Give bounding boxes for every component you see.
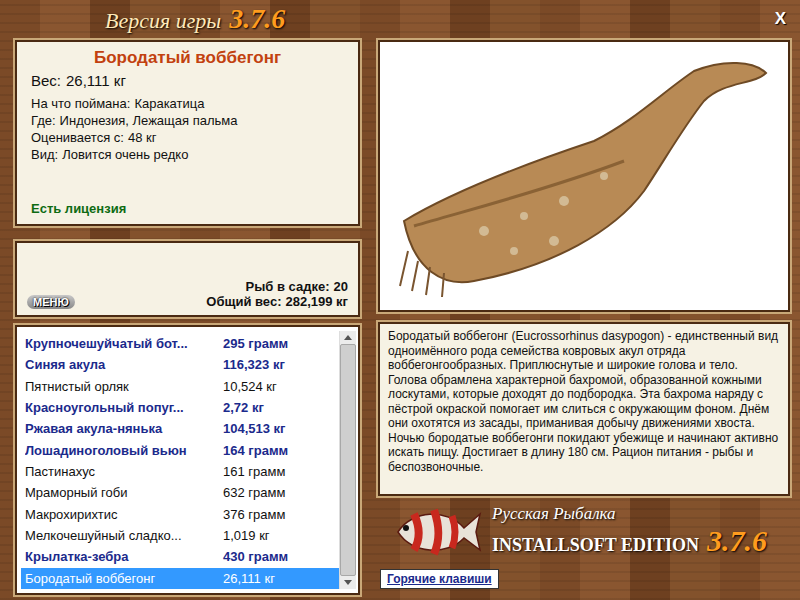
catch-row[interactable]: Крылатка-зебра430 грамм bbox=[21, 546, 339, 567]
fish-picture-icon bbox=[394, 51, 774, 301]
scrollbar[interactable] bbox=[339, 331, 356, 589]
total-weight: Общий вес:282,199 кг bbox=[206, 294, 348, 309]
scroll-thumb[interactable] bbox=[340, 344, 356, 576]
catch-row[interactable]: Бородатый воббегонг26,111 кг bbox=[21, 568, 339, 589]
logo-fish-icon bbox=[392, 502, 482, 560]
catch-row[interactable]: Ржавая акула-нянька104,513 кг bbox=[21, 418, 339, 439]
fish-weight: Вес:26,111 кг bbox=[31, 72, 344, 89]
scroll-down-icon[interactable] bbox=[340, 576, 356, 589]
fish-detail: На что поймана:Каракатица bbox=[31, 95, 344, 112]
fish-detail: Оценивается с:48 кг bbox=[31, 129, 344, 146]
catch-list: Крупночешуйчатый бот...295 граммСиняя ак… bbox=[15, 325, 360, 595]
title-bar: Версия игры3.7.6 X bbox=[0, 0, 800, 38]
catch-row[interactable]: Мелкочешуйный сладко...1,019 кг bbox=[21, 525, 339, 546]
fish-detail: Вид:Ловится очень редко bbox=[31, 146, 344, 163]
game-window: Версия игры3.7.6 X Бородатый воббегонг Вес:… bbox=[0, 0, 800, 600]
catch-row[interactable]: Пятнистый орляк10,524 кг bbox=[21, 376, 339, 397]
catch-row[interactable]: Синяя акула116,323 кг bbox=[21, 354, 339, 375]
fish-count: Рыб в садке:20 bbox=[206, 279, 348, 294]
fish-photo bbox=[378, 40, 790, 312]
window-title: Версия игры3.7.6 bbox=[105, 3, 285, 35]
scroll-up-icon[interactable] bbox=[340, 331, 356, 344]
catch-row[interactable]: Макрохирихтис376 грамм bbox=[21, 504, 339, 525]
menu-button[interactable]: МЕНЮ bbox=[27, 295, 75, 309]
catch-row[interactable]: Пастинахус161 грамм bbox=[21, 461, 339, 482]
catch-row[interactable]: Красноугольный попуг...2,72 кг bbox=[21, 397, 339, 418]
hotkeys-button[interactable]: Горячие клавиши bbox=[380, 569, 499, 589]
game-logo: Русская РыбалкаINSTALLSOFT EDITION3.7.6 bbox=[380, 502, 790, 560]
keepnet-panel: МЕНЮ Рыб в садке:20Общий вес:282,199 кг bbox=[15, 241, 360, 317]
fish-name: Бородатый воббегонг bbox=[31, 48, 344, 68]
catch-row[interactable]: Крупночешуйчатый бот...295 грамм bbox=[21, 333, 339, 354]
fish-description: Бородатый воббегонг (Eucrossorhinus dasy… bbox=[378, 322, 790, 496]
license-status: Есть лицензия bbox=[31, 201, 344, 216]
catch-row[interactable]: Мраморный гоби632 грамм bbox=[21, 482, 339, 503]
catch-row[interactable]: Лошадиноголовый вьюн164 грамм bbox=[21, 440, 339, 461]
fish-detail: Где:Индонезия, Лежащая пальма bbox=[31, 112, 344, 129]
close-button[interactable]: X bbox=[771, 7, 790, 31]
fish-card: Бородатый воббегонг Вес:26,111 кг На что п… bbox=[15, 40, 360, 226]
